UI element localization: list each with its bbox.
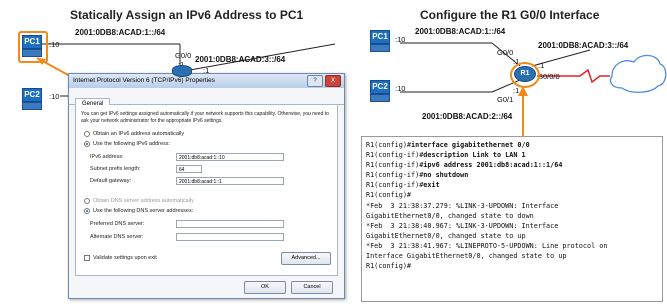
cli-prompt: *Feb 3 21:38:37.279: %LINK-3-UPDOWN: Int…: [366, 201, 559, 210]
right-pc1-label[interactable]: PC1: [370, 30, 390, 44]
cli-line: R1(config)#interface gigabitethernet 0/0: [366, 140, 658, 150]
right-pc1-interface-id: :10: [395, 35, 406, 44]
cli-line: Interface GigabitEthernet0/0, changed st…: [366, 251, 658, 261]
cli-prompt: R1(config-if)#: [366, 151, 424, 160]
right-pc2-label[interactable]: PC2: [370, 80, 390, 94]
cli-prompt: *Feb 3 21:38:40.967: %LINK-3-UPDOWN: Int…: [366, 221, 559, 230]
right-g01-label: G0/1: [497, 95, 514, 104]
cli-line: R1(config-if)#exit: [366, 180, 658, 190]
r1-router-icon[interactable]: R1: [514, 66, 536, 82]
right-pc2-interface-id: :10: [395, 84, 406, 93]
cli-prompt: GigabitEthernet0/0, changed state to dow…: [366, 211, 534, 220]
cli-prompt: *Feb 3 21:38:41.967: %LINEPROTO-5-UPDOWN…: [366, 241, 608, 250]
cloud-icon: [609, 54, 667, 93]
cli-prompt: R1(config-if)#: [366, 161, 424, 170]
cli-line: GigabitEthernet0/0, changed state to up: [366, 231, 658, 241]
right-network-3: 2001:0DB8:ACAD:3::/64: [538, 41, 629, 50]
right-pc2-computer-icon: [370, 94, 390, 102]
right-s000-label: S0/0/0: [538, 72, 560, 81]
right-g00-label: G0/0: [497, 48, 514, 57]
cli-line: R1(config)#: [366, 261, 658, 271]
cli-prompt: R1(config)#: [366, 262, 412, 271]
cli-line: *Feb 3 21:38:40.967: %LINK-3-UPDOWN: Int…: [366, 221, 658, 231]
cli-prompt: R1(config)#: [366, 191, 412, 200]
right-r1-if-s000: :1: [538, 61, 545, 70]
cli-line: R1(config)#: [366, 190, 658, 200]
cli-terminal[interactable]: R1(config)#interface gigabitethernet 0/0…: [361, 136, 663, 302]
cli-command: description Link to LAN 1: [423, 151, 526, 160]
cli-prompt: GigabitEthernet0/0, changed state to up: [366, 231, 526, 240]
cli-prompt: R1(config-if)#: [366, 181, 424, 190]
cli-command: ipv6 address 2001:db8:acad:1::1/64: [423, 161, 563, 170]
cli-line: *Feb 3 21:38:41.967: %LINEPROTO-5-UPDOWN…: [366, 241, 658, 251]
right-r1-if-g01: :1: [513, 86, 520, 95]
cli-command: no shutdown: [423, 171, 469, 180]
cli-prompt: R1(config)#: [366, 141, 412, 149]
cli-command: exit: [423, 181, 440, 190]
right-pc1-computer-icon: [370, 44, 390, 52]
cli-prompt: R1(config-if)#: [366, 171, 424, 180]
right-network-1: 2001:0DB8:ACAD:1::/64: [415, 27, 506, 36]
cli-line: R1(config-if)#no shutdown: [366, 170, 658, 180]
cli-line: R1(config-if)#description Link to LAN 1: [366, 150, 658, 160]
cli-command: interface gigabitethernet 0/0: [411, 141, 530, 149]
cli-prompt: Interface GigabitEthernet0/0, changed st…: [366, 252, 567, 261]
cli-line: R1(config-if)#ipv6 address 2001:db8:acad…: [366, 160, 658, 170]
cli-line: *Feb 3 21:38:37.279: %LINK-3-UPDOWN: Int…: [366, 201, 658, 211]
right-network-2: 2001:0DB8:ACAD:2::/64: [422, 112, 513, 121]
cli-line: GigabitEthernet0/0, changed state to dow…: [366, 211, 658, 221]
